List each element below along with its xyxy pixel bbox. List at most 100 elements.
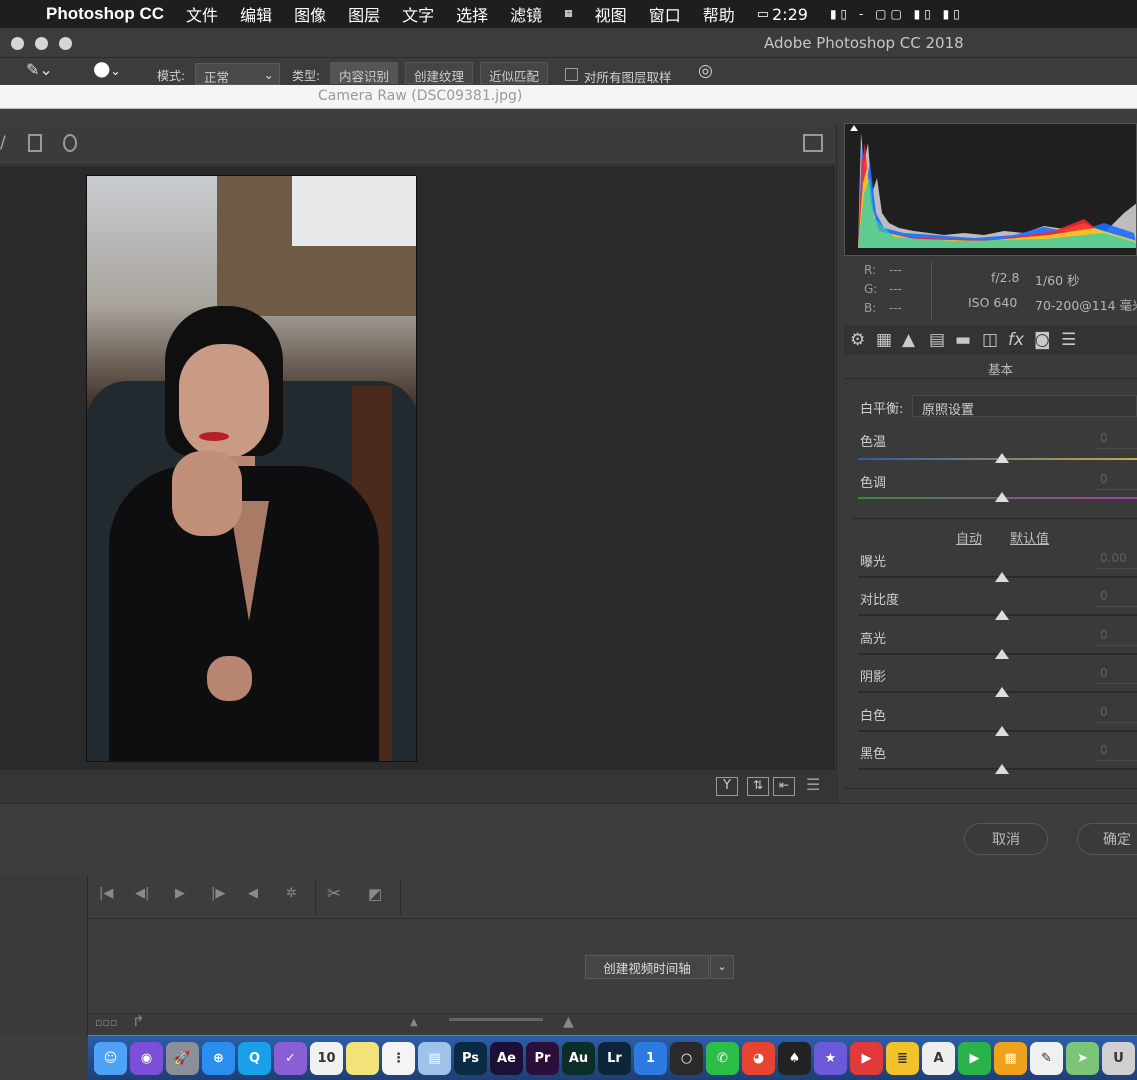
swap-settings-icon[interactable]: ⇅ bbox=[747, 777, 769, 796]
ok-button[interactable]: 确定 bbox=[1077, 823, 1137, 855]
pages-dock-icon[interactable]: ✎ bbox=[1030, 1041, 1063, 1075]
shadows-value[interactable]: 0 bbox=[1095, 666, 1137, 684]
lightroom-dock-icon[interactable]: Lr bbox=[598, 1041, 631, 1075]
radial-filter-icon[interactable] bbox=[63, 134, 77, 152]
audio-icon[interactable]: ◀ bbox=[248, 886, 258, 901]
basic-tab-icon[interactable]: ⚙ bbox=[850, 330, 865, 350]
menu-select[interactable]: 选择 bbox=[445, 2, 499, 26]
wechat-dock-icon[interactable]: ✆ bbox=[706, 1041, 739, 1075]
whites-value[interactable]: 0 bbox=[1095, 705, 1137, 723]
notes-dock-icon[interactable] bbox=[346, 1041, 379, 1075]
after-effects-dock-icon[interactable]: Ae bbox=[490, 1041, 523, 1075]
iqiyi-dock-icon[interactable]: ▶ bbox=[958, 1041, 991, 1075]
effects-tab-icon[interactable]: fx bbox=[1008, 330, 1024, 350]
contrast-slider-thumb[interactable] bbox=[995, 610, 1009, 620]
highlights-value[interactable]: 0 bbox=[1095, 628, 1137, 646]
launchpad-dock-icon[interactable]: 🚀 bbox=[166, 1041, 199, 1075]
presets-tab-icon[interactable]: ☰ bbox=[1061, 330, 1076, 350]
mode-select[interactable]: 正常 ⌄ bbox=[195, 63, 280, 85]
network-stats-icon[interactable]: ▦ bbox=[553, 9, 584, 19]
temperature-value[interactable]: 0 bbox=[1095, 431, 1137, 449]
preview-dock-icon[interactable]: ▤ bbox=[418, 1041, 451, 1075]
zoom-window-button[interactable] bbox=[59, 37, 72, 50]
view-settings-icon[interactable]: ☰ bbox=[806, 775, 820, 794]
tone-curve-tab-icon[interactable]: ▦ bbox=[876, 330, 892, 350]
menu-file[interactable]: 文件 bbox=[175, 2, 229, 26]
textedit-dock-icon[interactable]: A bbox=[922, 1041, 955, 1075]
copy-settings-icon[interactable]: ⇤ bbox=[773, 777, 795, 796]
stickies-dock-icon[interactable]: ≣ bbox=[886, 1041, 919, 1075]
menu-type[interactable]: 文字 bbox=[391, 2, 445, 26]
zoom-slider-track[interactable] bbox=[449, 1018, 543, 1021]
minimize-window-button[interactable] bbox=[35, 37, 48, 50]
temperature-slider-thumb[interactable] bbox=[995, 453, 1009, 463]
go-to-first-frame-icon[interactable]: |◀ bbox=[99, 886, 113, 901]
qq-browser-dock-icon[interactable]: Q bbox=[238, 1041, 271, 1075]
ukey-dock-icon[interactable]: U bbox=[1102, 1041, 1135, 1075]
frame-animation-icon[interactable]: ▫▫▫ bbox=[95, 1016, 117, 1029]
clock[interactable]: 2:29 bbox=[772, 5, 819, 24]
sample-all-checkbox[interactable] bbox=[565, 68, 578, 81]
maps-dock-icon[interactable]: ➤ bbox=[1066, 1041, 1099, 1075]
tint-value[interactable]: 0 bbox=[1095, 472, 1137, 490]
split-scissors-icon[interactable]: ✂ bbox=[327, 884, 341, 904]
cancel-button[interactable]: 取消 bbox=[964, 823, 1048, 855]
before-after-y-icon[interactable]: Y bbox=[716, 777, 738, 796]
tint-slider-thumb[interactable] bbox=[995, 492, 1009, 502]
create-video-timeline-button[interactable]: 创建视频时间轴 bbox=[585, 955, 709, 979]
app-menu[interactable]: Photoshop CC bbox=[35, 4, 175, 24]
highlights-slider-thumb[interactable] bbox=[995, 649, 1009, 659]
auto-link[interactable]: 自动 bbox=[956, 528, 982, 547]
safari-dock-icon[interactable]: ⊕ bbox=[202, 1041, 235, 1075]
render-video-icon[interactable]: ↱ bbox=[132, 1012, 145, 1030]
menu-layer[interactable]: 图层 bbox=[337, 2, 391, 26]
omnifocus-dock-icon[interactable]: ✓ bbox=[274, 1041, 307, 1075]
battery-icon[interactable]: ▭ bbox=[746, 7, 772, 22]
audition-dock-icon[interactable]: Au bbox=[562, 1041, 595, 1075]
brush-icon[interactable]: / bbox=[0, 133, 6, 153]
1password-dock-icon[interactable]: 1 bbox=[634, 1041, 667, 1075]
infuse-dock-icon[interactable]: ▶ bbox=[850, 1041, 883, 1075]
pressure-icon[interactable]: ◎ bbox=[698, 61, 713, 81]
memo-dock-icon[interactable]: ▦ bbox=[994, 1041, 1027, 1075]
lens-tab-icon[interactable]: ◫ bbox=[982, 330, 998, 350]
blacks-value[interactable]: 0 bbox=[1095, 743, 1137, 761]
patch-tool-icon[interactable]: ✎⌄ bbox=[26, 60, 53, 79]
camera-calibration-tab-icon[interactable]: ◙ bbox=[1034, 330, 1051, 350]
zoom-out-mountain-icon[interactable]: ▲ bbox=[410, 1017, 418, 1028]
menu-filter[interactable]: 滤镜 bbox=[499, 2, 553, 26]
obs-dock-icon[interactable]: ○ bbox=[670, 1041, 703, 1075]
contrast-value[interactable]: 0 bbox=[1095, 589, 1137, 607]
type-proximity-match[interactable]: 近似匹配 bbox=[480, 62, 549, 84]
transition-icon[interactable]: ◩ bbox=[368, 885, 382, 903]
white-balance-select[interactable]: 原照设置 bbox=[912, 395, 1137, 418]
menu-image[interactable]: 图像 bbox=[283, 2, 337, 26]
status-icons[interactable]: ▮▯ - ▢▢ ▮▯ ▮▯ bbox=[819, 7, 975, 21]
finder-dock-icon[interactable]: ☺ bbox=[94, 1041, 127, 1075]
photoshop-dock-icon[interactable]: Ps bbox=[454, 1041, 487, 1075]
type-create-texture[interactable]: 创建纹理 bbox=[405, 62, 474, 84]
imovie-dock-icon[interactable]: ★ bbox=[814, 1041, 847, 1075]
menu-view[interactable]: 视图 bbox=[584, 2, 638, 26]
qq-dock-icon[interactable]: ♠ bbox=[778, 1041, 811, 1075]
siri-dock-icon[interactable]: ◉ bbox=[130, 1041, 163, 1075]
hsl-tab-icon[interactable]: ▤ bbox=[929, 330, 945, 350]
next-frame-icon[interactable]: |▶ bbox=[211, 886, 225, 901]
zoom-in-mountain-icon[interactable]: ▲ bbox=[563, 1014, 574, 1030]
blacks-slider-thumb[interactable] bbox=[995, 764, 1009, 774]
preview-image[interactable] bbox=[86, 175, 417, 762]
brush-size-icon[interactable]: ●⌄ bbox=[93, 56, 121, 80]
default-link[interactable]: 默认值 bbox=[1010, 528, 1049, 547]
menu-edit[interactable]: 编辑 bbox=[229, 2, 283, 26]
fullscreen-toggle-icon[interactable] bbox=[803, 134, 823, 152]
exposure-slider-thumb[interactable] bbox=[995, 572, 1009, 582]
exposure-value[interactable]: 0.00 bbox=[1095, 551, 1137, 569]
play-icon[interactable]: ▶ bbox=[175, 886, 185, 901]
calendar-dock-icon[interactable]: 10 bbox=[310, 1041, 343, 1075]
weibo-dock-icon[interactable]: ◕ bbox=[742, 1041, 775, 1075]
previous-frame-icon[interactable]: ◀| bbox=[135, 886, 149, 901]
shadows-slider-thumb[interactable] bbox=[995, 687, 1009, 697]
graduated-filter-icon[interactable] bbox=[28, 134, 42, 152]
split-toning-tab-icon[interactable]: ▬ bbox=[955, 330, 971, 350]
settings-gear-icon[interactable]: ✲ bbox=[286, 886, 297, 901]
